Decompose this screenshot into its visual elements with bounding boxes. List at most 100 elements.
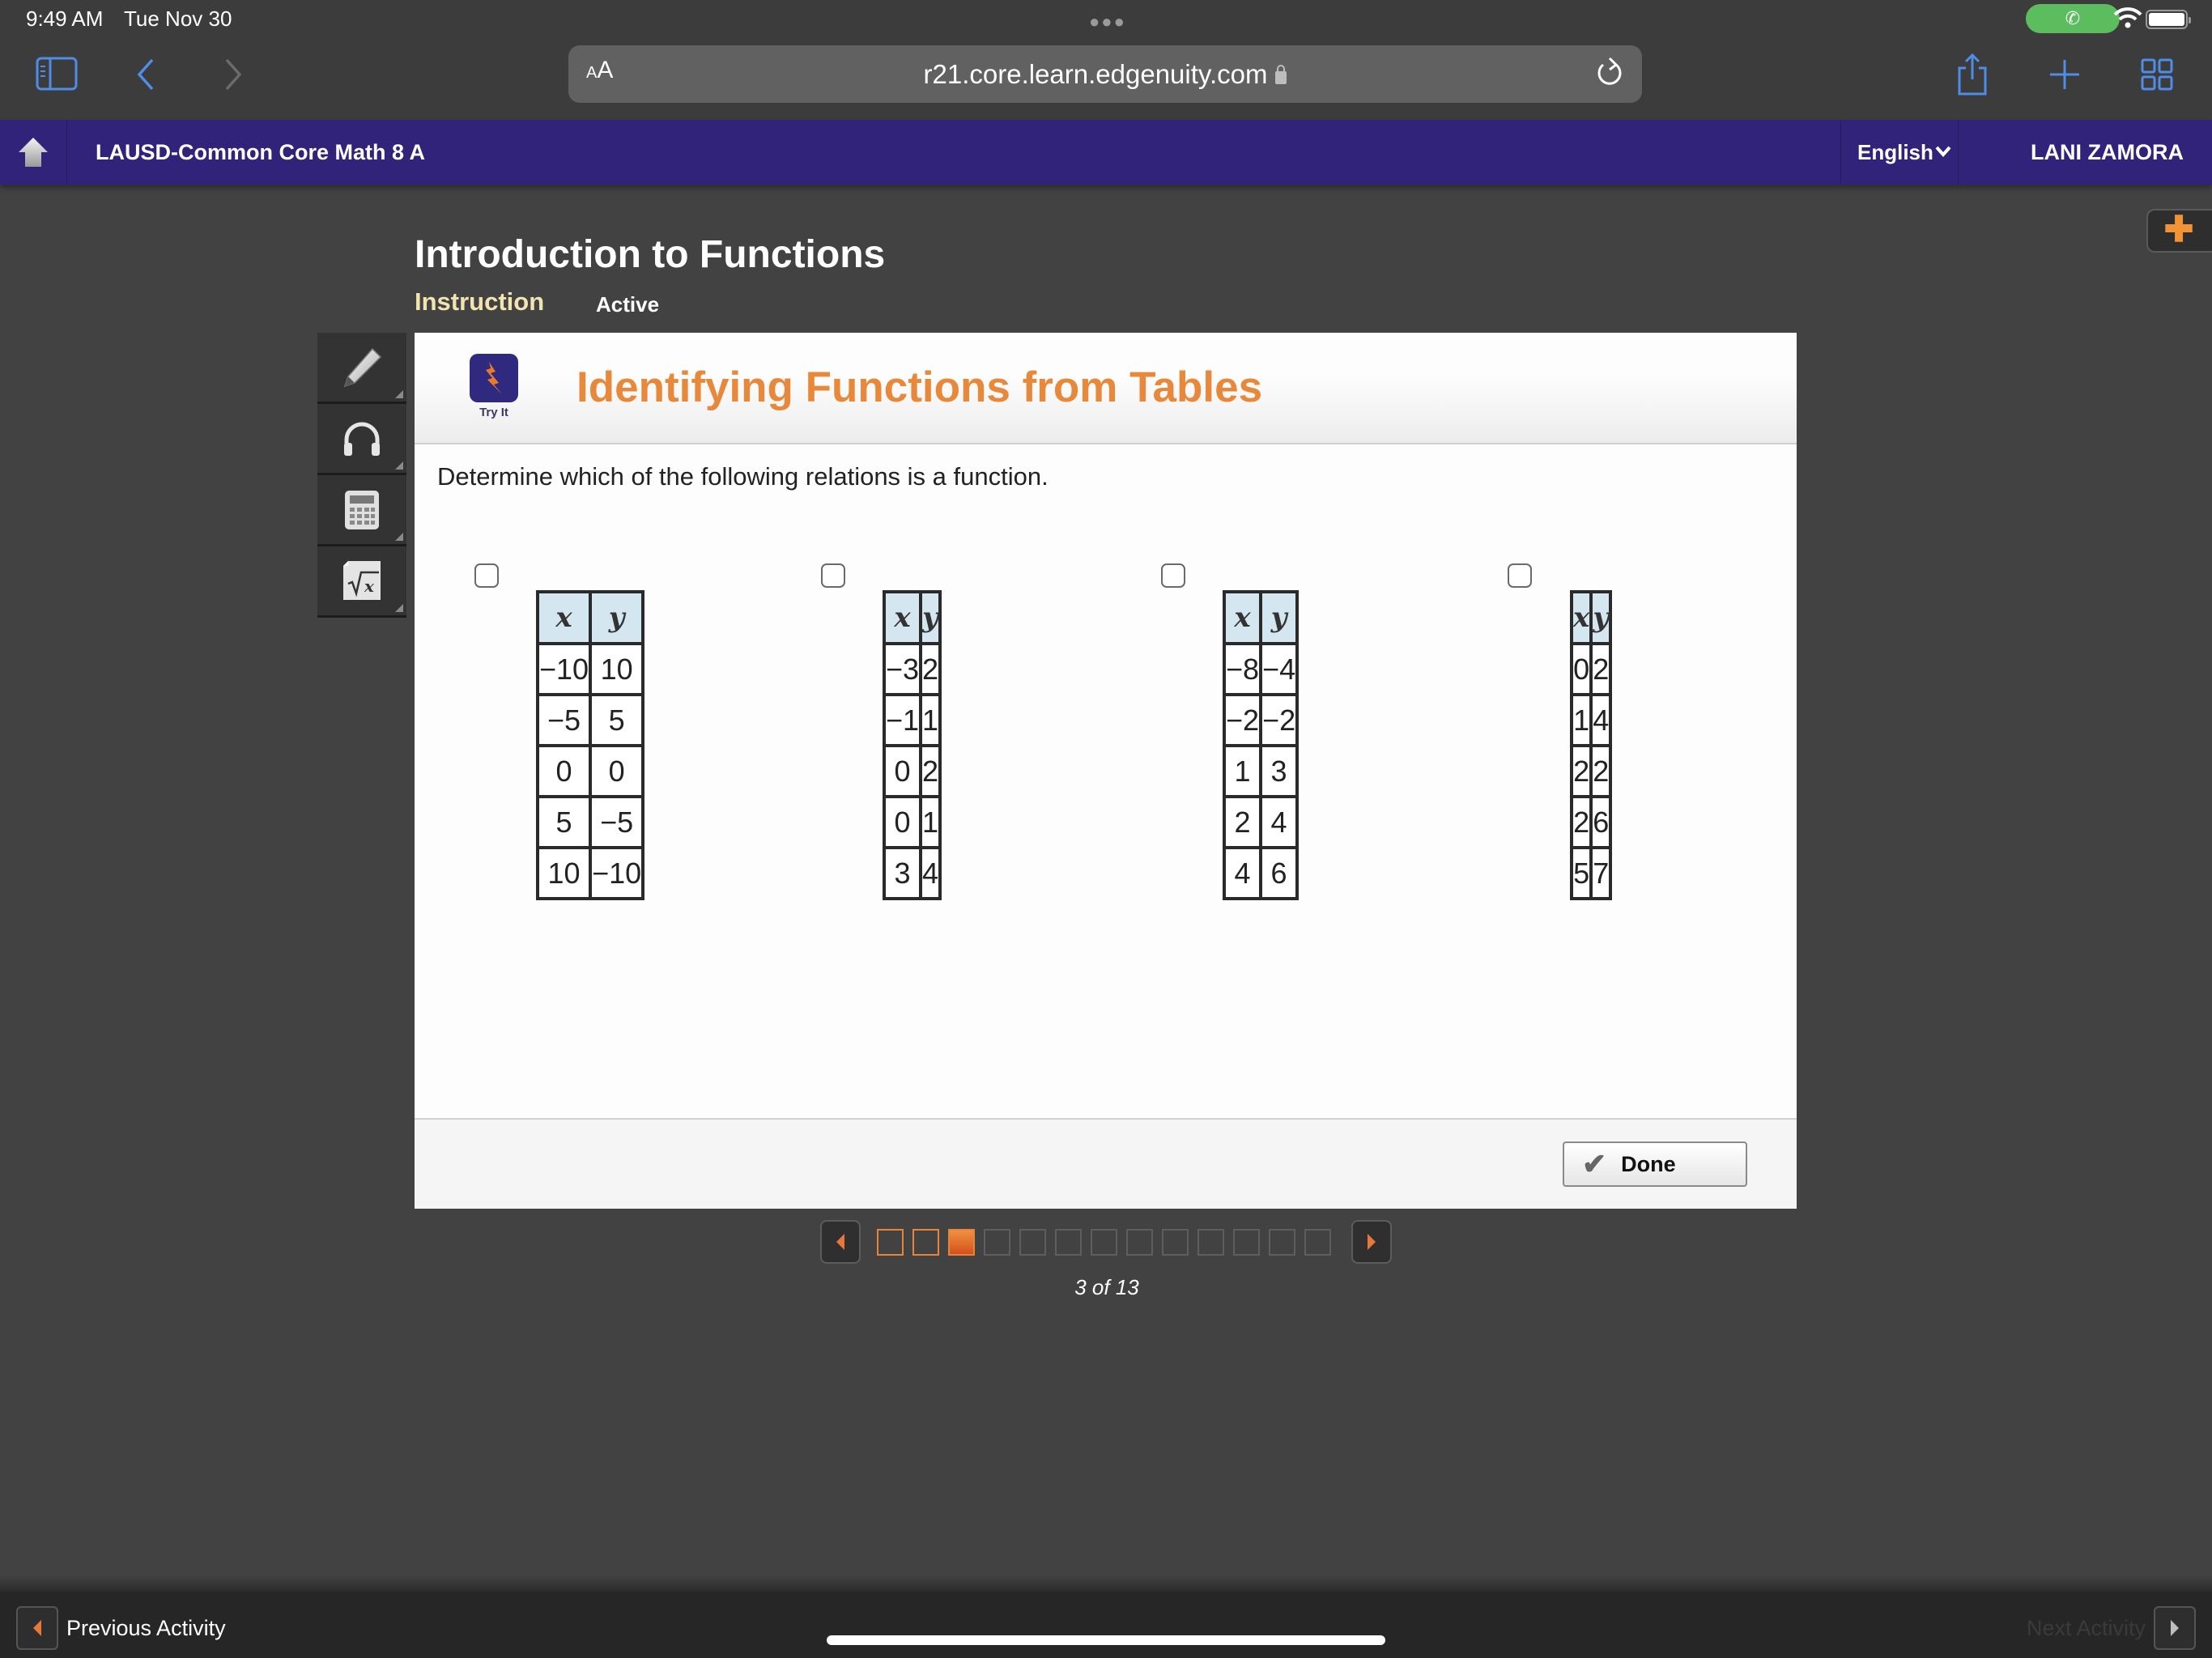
y-value: −10 — [589, 846, 645, 900]
table-row: 02 — [1569, 642, 1613, 696]
calculator-tool-button[interactable] — [317, 475, 406, 546]
back-icon[interactable] — [136, 58, 155, 91]
share-icon[interactable] — [1956, 52, 1989, 97]
activity-nav-bar: Previous Activity Next Activity — [0, 1574, 2212, 1658]
expand-plus-button[interactable]: ✚ — [2146, 209, 2212, 253]
x-value: 0 — [1569, 642, 1593, 696]
y-value: 2 — [919, 744, 942, 798]
formula-tool-button[interactable]: x — [317, 546, 406, 618]
y-value: 7 — [1589, 846, 1613, 900]
answer-checkbox[interactable] — [1508, 563, 1532, 588]
next-activity-label: Next Activity — [2026, 1616, 2146, 1640]
page-square-13[interactable] — [1304, 1229, 1331, 1256]
page-square-7[interactable] — [1091, 1229, 1117, 1256]
address-bar[interactable]: AA r21.core.learn.edgenuity.com — [568, 45, 1642, 103]
tool-sidebar: x — [317, 333, 406, 618]
table-row: 10 −10 — [535, 846, 645, 900]
answer-checkbox[interactable] — [821, 563, 845, 588]
done-button[interactable]: ✔ Done — [1563, 1141, 1747, 1187]
previous-page-button[interactable] — [820, 1220, 861, 1264]
y-value: 2 — [919, 642, 942, 696]
column-header-y: y — [1589, 590, 1613, 645]
answer-checkbox[interactable] — [474, 563, 499, 588]
user-name[interactable]: LANI ZAMORA — [2031, 120, 2184, 185]
page-square-6[interactable] — [1055, 1229, 1082, 1256]
page-square-11[interactable] — [1233, 1229, 1260, 1256]
forward-icon[interactable] — [223, 58, 243, 91]
answer-checkbox[interactable] — [1161, 563, 1185, 588]
relation-table: x y −10 10 −5 5 0 0 5 −5 10 −10 — [535, 590, 645, 900]
page-square-5[interactable] — [1019, 1229, 1046, 1256]
x-value: 5 — [535, 795, 593, 849]
headphones-icon — [344, 422, 380, 456]
new-tab-icon[interactable] — [2048, 58, 2081, 91]
previous-activity-label[interactable]: Previous Activity — [66, 1616, 226, 1641]
done-label: Done — [1621, 1151, 1676, 1176]
table-row: 00 — [535, 744, 645, 798]
y-value: 3 — [1259, 744, 1300, 798]
triangle-right-icon — [1368, 1234, 1376, 1250]
x-value: −2 — [1222, 693, 1263, 747]
column-header-y: y — [1259, 590, 1300, 645]
reload-icon[interactable] — [1592, 55, 1627, 91]
column-header-y: y — [919, 590, 942, 645]
x-value: −1 — [882, 693, 923, 747]
language-select[interactable]: English — [1840, 120, 1959, 185]
status-date: Tue Nov 30 — [124, 6, 232, 31]
table-row: 5 −5 — [535, 795, 645, 849]
triangle-right-icon — [2171, 1620, 2179, 1636]
page-counter: 3 of 13 — [1074, 1275, 1139, 1299]
table-row: −1 1 — [882, 693, 942, 747]
page-square-3[interactable] — [948, 1229, 975, 1256]
table-row: 57 — [1569, 846, 1613, 900]
page-square-1[interactable] — [877, 1229, 904, 1256]
table-row: 14 — [1569, 693, 1613, 747]
audio-tool-button[interactable] — [317, 404, 406, 475]
phone-call-icon[interactable]: ✆ — [2026, 4, 2120, 33]
y-value: 1 — [919, 795, 942, 849]
browser-chrome: 9:49 AM Tue Nov 30 ●●● ✆ AA r21.core.lea… — [0, 0, 2212, 120]
battery-icon — [2146, 10, 2191, 29]
x-value: 2 — [1569, 744, 1593, 798]
table-row: 13 — [1222, 744, 1300, 798]
page-square-9[interactable] — [1162, 1229, 1189, 1256]
y-value: 4 — [1259, 795, 1300, 849]
tab-instruction[interactable]: Instruction — [415, 287, 544, 317]
x-value: −8 — [1222, 642, 1263, 696]
y-value: 4 — [1589, 693, 1613, 747]
x-value: −5 — [535, 693, 593, 747]
home-button[interactable] — [0, 120, 67, 185]
course-title: LAUSD-Common Core Math 8 A — [96, 140, 426, 164]
status-time: 9:49 AM — [26, 6, 104, 31]
tabs-overview-icon[interactable] — [2141, 58, 2173, 91]
triangle-left-icon — [836, 1234, 844, 1250]
next-page-button[interactable] — [1351, 1220, 1392, 1264]
question-prompt: Determine which of the following relatio… — [437, 462, 1049, 491]
triangle-left-icon — [33, 1620, 41, 1636]
table-row: 24 — [1222, 795, 1300, 849]
sidebar-icon[interactable] — [36, 57, 78, 91]
x-value: 3 — [882, 846, 923, 900]
svg-text:x: x — [364, 576, 375, 596]
page-square-12[interactable] — [1269, 1229, 1295, 1256]
page-square-8[interactable] — [1126, 1229, 1153, 1256]
chevron-down-icon — [1935, 146, 1951, 157]
multitask-dots-icon[interactable]: ●●● — [1089, 11, 1126, 32]
table-row: 01 — [882, 795, 942, 849]
column-header-x: x — [1222, 590, 1263, 645]
try-it-badge: Try It — [470, 354, 518, 419]
y-value: 2 — [1589, 744, 1613, 798]
pencil-tool-button[interactable] — [317, 333, 406, 404]
course-navbar: LAUSD-Common Core Math 8 A English LANI … — [0, 120, 2212, 185]
table-row: 22 — [1569, 744, 1613, 798]
page-square-4[interactable] — [984, 1229, 1010, 1256]
tab-active[interactable]: Active — [596, 292, 659, 317]
page-square-2[interactable] — [912, 1229, 939, 1256]
lesson-title: Introduction to Functions — [415, 233, 886, 276]
table-row: 46 — [1222, 846, 1300, 900]
next-activity-button[interactable] — [2154, 1606, 2196, 1650]
lightning-icon — [486, 362, 502, 394]
previous-activity-button[interactable] — [16, 1606, 58, 1650]
page-square-10[interactable] — [1197, 1229, 1224, 1256]
y-value: 4 — [919, 846, 942, 900]
